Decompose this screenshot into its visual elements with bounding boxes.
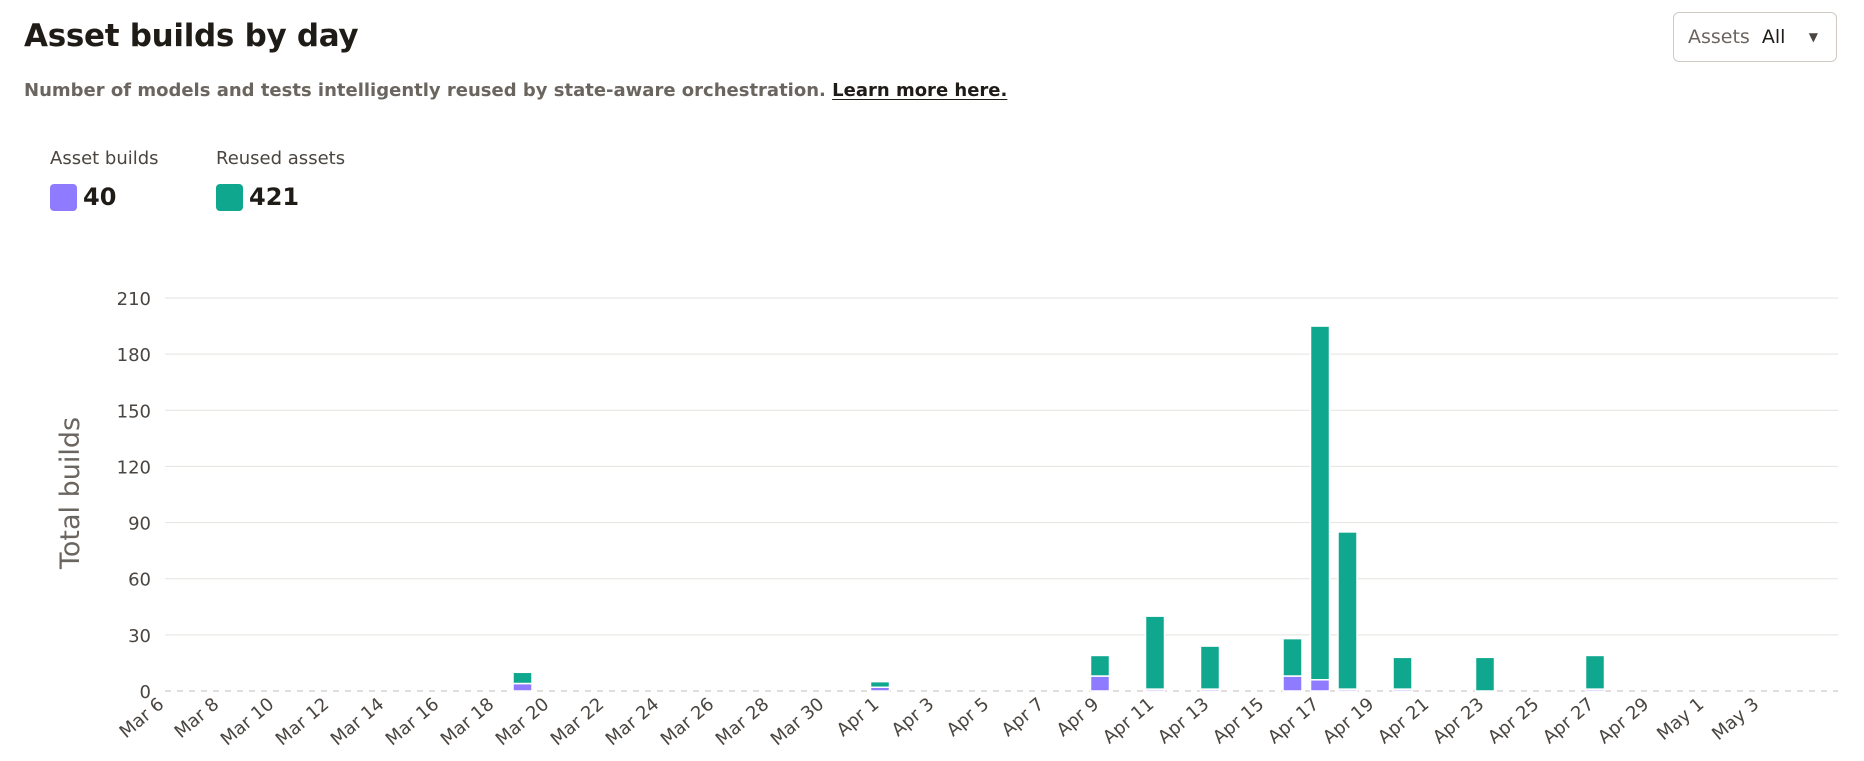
x-tick-label: Mar 28: [712, 694, 773, 750]
x-tick-label: Apr 15: [1209, 694, 1268, 749]
x-tick-label: Apr 17: [1264, 694, 1323, 749]
bar-reused-assets: [512, 671, 533, 685]
x-tick-label: Apr 21: [1374, 694, 1433, 749]
bar-asset-builds: [1282, 675, 1303, 692]
x-tick-label: Apr 1: [833, 694, 884, 741]
y-axis-title: Total builds: [55, 417, 86, 570]
x-tick-label: Mar 26: [657, 694, 718, 750]
bar-reused-assets: [1392, 656, 1413, 690]
x-tick-label: Apr 11: [1099, 694, 1158, 749]
x-tick-label: Apr 25: [1484, 694, 1543, 749]
bar-reused-assets: [1474, 656, 1496, 692]
y-tick-label: 30: [128, 626, 151, 647]
x-tick-label: Apr 13: [1154, 694, 1213, 749]
bar-asset-builds: [1309, 679, 1331, 692]
x-tick-label: Apr 3: [888, 694, 939, 741]
x-tick-label: Apr 27: [1539, 694, 1598, 749]
y-tick-label: 120: [117, 457, 151, 478]
x-tick-label: Mar 22: [547, 694, 608, 750]
bar-reused-assets: [869, 680, 891, 689]
x-tick-label: Mar 8: [171, 694, 224, 743]
gridlines: [165, 297, 1838, 692]
x-tick-label: Apr 29: [1594, 694, 1653, 749]
x-tick-label: Apr 9: [1053, 694, 1104, 741]
x-tick-label: Apr 19: [1319, 694, 1378, 749]
x-tick-label: May 3: [1708, 694, 1763, 745]
y-axis-ticks: 0306090120150180210: [117, 289, 151, 703]
x-tick-label: Mar 14: [327, 694, 388, 750]
y-tick-label: 210: [117, 289, 151, 310]
y-tick-label: 60: [128, 570, 151, 591]
bar-reused-assets: [1144, 615, 1166, 690]
y-tick-label: 90: [128, 514, 151, 535]
bar-asset-builds: [512, 682, 533, 692]
x-tick-label: Mar 12: [272, 694, 333, 750]
x-tick-label: Apr 23: [1429, 694, 1488, 749]
x-tick-label: Mar 24: [602, 694, 663, 750]
bar-reused-assets: [1309, 325, 1331, 681]
bar-reused-assets: [1089, 654, 1111, 677]
bar-reused-assets: [1199, 645, 1221, 690]
y-tick-label: 180: [117, 345, 151, 366]
bar-asset-builds: [1089, 675, 1111, 692]
x-tick-label: Mar 30: [767, 694, 828, 750]
bar-reused-assets: [1282, 637, 1303, 677]
x-axis-ticks: Mar 6 Mar 8Mar 10Mar 12Mar 14Mar 16Mar 18…: [116, 694, 1764, 750]
x-tick-label: Mar 18: [437, 694, 498, 750]
x-tick-label: May 1: [1653, 694, 1708, 745]
x-tick-label: Apr 7: [998, 694, 1049, 741]
bars: [512, 325, 1606, 692]
x-tick-label: Mar 20: [492, 694, 553, 750]
bar-reused-assets: [1584, 654, 1606, 690]
bar-reused-assets: [1337, 531, 1358, 690]
y-tick-label: 150: [117, 401, 151, 422]
stacked-bar-chart: 0306090120150180210 Mar 6 Mar 8Mar 10Mar …: [55, 289, 1838, 750]
x-tick-label: Mar 16: [382, 694, 443, 750]
x-tick-label: Apr 5: [943, 694, 994, 741]
x-tick-label: Mar 10: [217, 694, 278, 750]
